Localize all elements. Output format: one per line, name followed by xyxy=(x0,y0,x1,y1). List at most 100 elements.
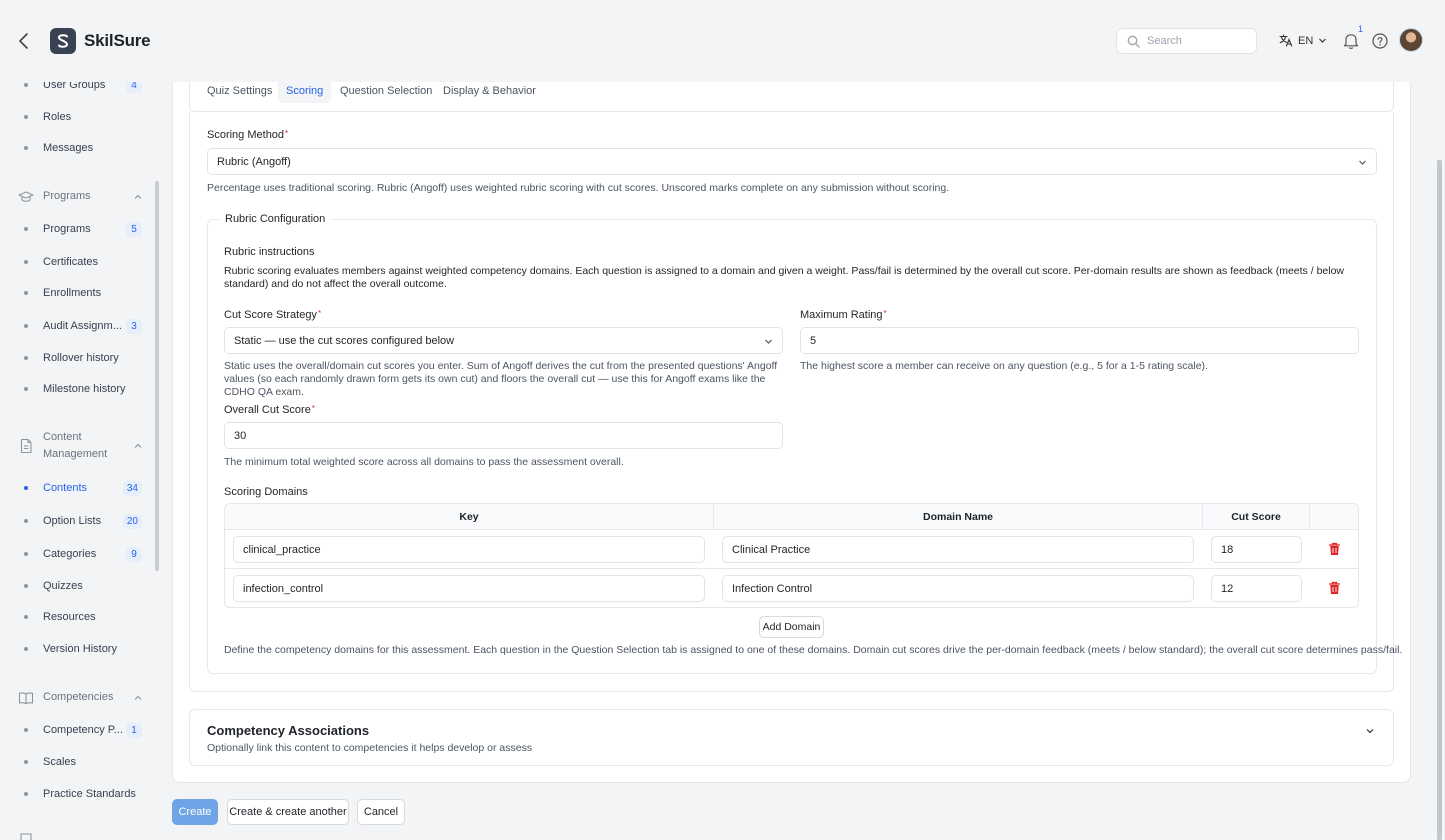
sidebar-item-roles[interactable]: Roles xyxy=(0,104,155,130)
create-button[interactable]: Create xyxy=(172,799,218,825)
book-icon xyxy=(18,691,34,704)
bullet-icon xyxy=(24,387,28,391)
sidebar-group-label: Programs xyxy=(43,190,91,202)
delete-domain-trash-icon[interactable] xyxy=(1328,581,1341,595)
search-icon xyxy=(1127,35,1140,48)
chevron-up-icon xyxy=(134,194,142,199)
sidebar-scrollbar[interactable] xyxy=(155,181,159,571)
domain-cut-score-input[interactable]: 18 xyxy=(1211,536,1302,563)
rubric-instructions-text: Rubric scoring evaluates members against… xyxy=(224,265,1344,290)
sidebar-item-quizzes[interactable]: Quizzes xyxy=(0,573,155,599)
scoring-method-label-text: Scoring Method xyxy=(207,129,285,141)
page-scrollbar[interactable] xyxy=(1437,160,1442,840)
required-asterisk: * xyxy=(317,309,322,318)
sidebar-item-label: Audit Assignm... xyxy=(43,320,122,332)
sidebar-item-option-lists[interactable]: Option Lists 20 xyxy=(0,508,155,534)
competency-associations-panel[interactable]: Competency Associations Optionally link … xyxy=(189,709,1394,766)
create-and-create-another-button[interactable]: Create & create another xyxy=(227,799,349,825)
competency-associations-subtitle: Optionally link this content to competen… xyxy=(207,742,533,754)
brand-logo-icon[interactable] xyxy=(50,28,76,54)
sidebar-group-partial[interactable] xyxy=(18,832,143,840)
cut-score-strategy-help: Static uses the overall/domain cut score… xyxy=(224,360,778,398)
bullet-icon xyxy=(24,291,28,295)
add-domain-button[interactable]: Add Domain xyxy=(759,616,824,638)
brand-name[interactable]: SkilSure xyxy=(84,31,151,51)
sidebar-item-milestone-history[interactable]: Milestone history xyxy=(0,376,155,402)
back-arrow-icon[interactable] xyxy=(14,30,34,52)
sidebar-group-competencies[interactable]: Competencies xyxy=(18,689,143,706)
bullet-icon xyxy=(24,615,28,619)
sidebar-item-competency-profiles[interactable]: Competency P... 1 xyxy=(0,717,155,743)
chevron-down-icon xyxy=(1319,38,1327,43)
sidebar-item-enrollments[interactable]: Enrollments xyxy=(0,280,155,306)
column-header-cut-score: Cut Score xyxy=(1203,504,1309,529)
bullet-icon xyxy=(24,260,28,264)
chevron-down-icon[interactable] xyxy=(1365,726,1375,736)
count-badge: 3 xyxy=(126,318,142,334)
help-icon[interactable] xyxy=(1371,32,1389,50)
notification-bell-icon[interactable] xyxy=(1342,31,1360,51)
sidebar-group-label: Content Management xyxy=(43,431,108,460)
count-badge: 34 xyxy=(122,480,142,496)
required-asterisk: * xyxy=(883,309,887,318)
sidebar-item-audit-assignments[interactable]: Audit Assignm... 3 xyxy=(0,313,155,339)
column-header-domain-name: Domain Name xyxy=(714,504,1202,529)
scoring-domains-help: Define the competency domains for this a… xyxy=(224,644,1403,656)
domain-name-input[interactable]: Infection Control xyxy=(722,575,1194,602)
domain-name-input[interactable]: Clinical Practice xyxy=(722,536,1194,563)
sidebar-group-content-management[interactable]: Content Management xyxy=(18,429,143,463)
sidebar-item-label: Version History xyxy=(43,643,117,655)
sidebar-item-version-history[interactable]: Version History xyxy=(0,636,155,662)
chevron-up-icon xyxy=(134,695,142,700)
cut-score-strategy-select[interactable]: Static — use the cut scores configured b… xyxy=(224,327,783,354)
sidebar-item-rollover-history[interactable]: Rollover history xyxy=(0,345,155,371)
sidebar-item-certificates[interactable]: Certificates xyxy=(0,249,155,275)
report-icon xyxy=(20,833,32,840)
domain-key-input[interactable]: clinical_practice xyxy=(233,536,705,563)
sidebar-item-messages[interactable]: Messages xyxy=(0,135,155,161)
sidebar-item-categories[interactable]: Categories 9 xyxy=(0,541,155,567)
translate-icon xyxy=(1279,34,1293,47)
domain-cut-score-input[interactable]: 12 xyxy=(1211,575,1302,602)
sidebar-item-label: Practice Standards xyxy=(43,788,136,800)
scoring-method-help: Percentage uses traditional scoring. Rub… xyxy=(207,182,950,194)
sidebar-item-label: Enrollments xyxy=(43,287,102,299)
sidebar-item-practice-standards[interactable]: Practice Standards xyxy=(0,781,155,807)
competency-associations-title: Competency Associations xyxy=(207,723,370,738)
search-placeholder: Search xyxy=(1147,35,1182,47)
bullet-icon xyxy=(24,324,28,328)
overall-cut-score-label: Overall Cut Score* xyxy=(224,404,315,416)
sidebar-item-label: Quizzes xyxy=(43,580,83,592)
sidebar-group-programs[interactable]: Programs xyxy=(18,188,143,205)
scoring-method-value: Rubric (Angoff) xyxy=(217,155,291,168)
sidebar-item-resources[interactable]: Resources xyxy=(0,604,155,630)
sidebar-item-label: Competency P... xyxy=(43,724,123,736)
count-badge: 20 xyxy=(122,513,142,529)
maximum-rating-input[interactable]: 5 xyxy=(800,327,1359,354)
overall-cut-score-input[interactable]: 30 xyxy=(224,422,783,449)
delete-domain-trash-icon[interactable] xyxy=(1328,542,1341,556)
sidebar-item-contents[interactable]: Contents 34 xyxy=(0,475,155,501)
sidebar-item-scales[interactable]: Scales xyxy=(0,749,155,775)
search-input[interactable]: Search xyxy=(1116,28,1257,54)
cut-score-strategy-label-text: Cut Score Strategy xyxy=(224,309,317,321)
sidebar-group-label: Competencies xyxy=(43,691,114,703)
bullet-icon xyxy=(24,760,28,764)
sidebar-item-label: Certificates xyxy=(43,256,99,268)
bullet-icon xyxy=(24,356,28,360)
sidebar-item-label: Categories xyxy=(43,548,97,560)
bullet-icon xyxy=(24,792,28,796)
maximum-rating-label: Maximum Rating* xyxy=(800,309,887,321)
sidebar-item-label: Contents xyxy=(43,482,88,494)
sidebar: User Groups 4 Roles Messages Programs Pro… xyxy=(0,66,160,840)
domain-key-input[interactable]: infection_control xyxy=(233,575,705,602)
column-divider xyxy=(1309,504,1310,529)
language-selector[interactable]: EN xyxy=(1279,34,1327,47)
scoring-method-select[interactable]: Rubric (Angoff) xyxy=(207,148,1377,175)
sidebar-item-programs[interactable]: Programs 5 xyxy=(0,216,155,242)
required-asterisk: * xyxy=(311,404,315,413)
rubric-configuration-legend: Rubric Configuration xyxy=(219,213,332,225)
row-divider xyxy=(225,568,1358,569)
cancel-button[interactable]: Cancel xyxy=(357,799,405,825)
user-avatar[interactable] xyxy=(1399,28,1423,52)
